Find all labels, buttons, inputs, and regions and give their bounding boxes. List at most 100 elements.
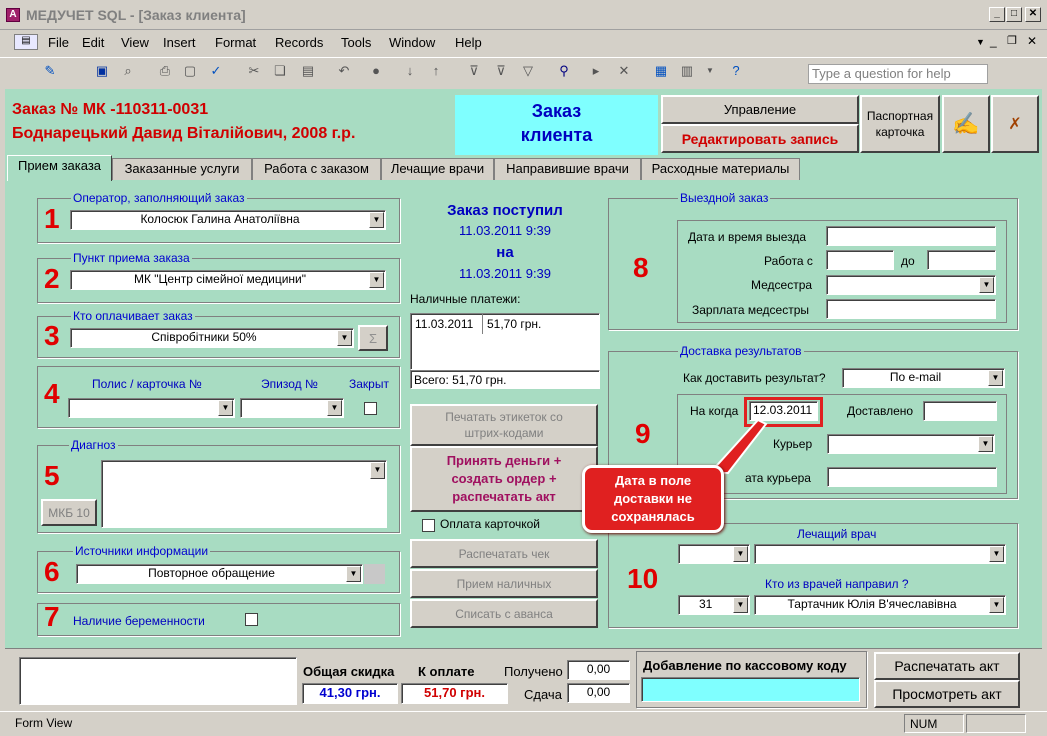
change-input[interactable]: 0,00 [567,683,630,703]
exit-icon[interactable]: ✗ [991,95,1039,153]
diagnosis-textarea[interactable]: ▼ [101,460,387,528]
help-icon[interactable]: ? [726,61,746,81]
chevron-down-icon[interactable]: ▼ [369,212,384,228]
sort-ascending-icon[interactable]: ↓ [400,61,420,81]
sigma-button[interactable]: Σ [358,325,388,351]
work-to-input[interactable] [927,250,996,270]
referring-doctor-select[interactable]: Тартачник Юлія В'ячеславівна ▼ [754,595,1006,615]
save-icon[interactable]: ▣ [92,61,112,81]
nurse-salary-input[interactable] [826,299,996,319]
new-record-icon[interactable]: ▸ [586,61,606,81]
menu-tools[interactable]: Tools [341,35,371,50]
operator-select[interactable]: Колосюк Галина Анатоліївна ▼ [70,210,386,230]
tab-referring-doctors[interactable]: Направившие врачи [494,158,641,180]
menu-records[interactable]: Records [275,35,323,50]
tab-order-intake[interactable]: Прием заказа [7,155,112,181]
sort-descending-icon[interactable]: ↑ [426,61,446,81]
write-off-advance-button[interactable]: Списать с аванса [410,599,598,628]
chevron-down-icon[interactable]: ▼ [346,566,361,582]
chevron-down-icon[interactable]: ▼ [979,277,994,293]
chevron-down-icon[interactable]: ▼ [733,546,748,562]
how-deliver-select[interactable]: По e-mail ▼ [842,368,1005,388]
chevron-down-icon[interactable]: ▼ [989,546,1004,562]
received-input[interactable]: 0,00 [567,660,630,680]
cash-accept-button[interactable]: Прием наличных [410,569,598,598]
cut-icon[interactable]: ✂ [244,61,264,81]
passport-card-button[interactable]: Паспортная карточка [860,95,940,153]
menu-edit[interactable]: Edit [82,35,104,50]
tab-attending-doctors[interactable]: Лечащие врачи [381,158,494,180]
menu-view[interactable]: View [121,35,149,50]
print-barcode-labels-button[interactable]: Печатать этикеток со штрих-кодами [410,404,598,446]
menu-window[interactable]: Window [389,35,435,50]
print-icon[interactable]: ⎙ [155,61,175,81]
menu-insert[interactable]: Insert [163,35,196,50]
visit-datetime-input[interactable] [826,226,996,246]
sources-select[interactable]: Повторное обращение ▼ [76,564,363,584]
manage-button[interactable]: Управление [661,95,859,124]
delivered-input[interactable] [923,401,997,421]
chevron-down-icon[interactable]: ▼ [978,436,993,452]
new-object-icon[interactable]: ▥ [677,61,697,81]
delete-record-icon[interactable]: ✕ [614,61,634,81]
chevron-down-icon[interactable]: ▼ [337,330,352,346]
print-check-button[interactable]: Распечатать чек [410,539,598,568]
chevron-down-icon[interactable]: ▼ [989,597,1004,613]
minimize-icon[interactable]: _ [989,7,1005,22]
closed-checkbox[interactable] [364,402,377,415]
filter-by-selection-icon[interactable]: ⊽ [464,61,484,81]
pregnancy-checkbox[interactable] [245,613,258,626]
notes-field[interactable] [19,657,297,705]
apply-filter-icon[interactable]: ▽ [518,61,538,81]
attending-doctor-code-select[interactable]: ▼ [678,544,750,564]
print-act-button[interactable]: Распечатать акт [874,652,1020,680]
menu-file[interactable]: File [48,35,69,50]
chevron-down-icon[interactable]: ▼ [327,400,342,416]
new-object-dropdown-icon[interactable]: ▼ [700,61,720,81]
chevron-down-icon[interactable]: ▼ [369,272,384,288]
doc-minimize-icon[interactable]: _ [990,34,997,48]
doc-close-icon[interactable]: ✕ [1027,34,1037,48]
tab-ordered-services[interactable]: Заказанные услуги [112,158,252,180]
edit-record-button[interactable]: Редактировать запись [661,124,859,153]
copy-icon[interactable]: ❏ [270,61,290,81]
chevron-down-icon[interactable]: ▼ [370,462,385,479]
referring-doctor-code-select[interactable]: 31 ▼ [678,595,750,615]
maximize-icon[interactable]: □ [1006,7,1022,22]
chevron-down-icon[interactable]: ▼ [218,400,233,416]
report-edit-icon[interactable]: ✍ [942,95,990,153]
payer-select[interactable]: Співробітники 50% ▼ [70,328,354,348]
attending-doctor-select[interactable]: ▼ [754,544,1006,564]
close-icon[interactable]: ✕ [1025,7,1041,22]
policy-select[interactable]: ▼ [68,398,235,418]
filter-by-form-icon[interactable]: ⊽ [491,61,511,81]
spelling-icon[interactable]: ✓ [206,61,226,81]
intake-point-select[interactable]: МК "Центр сімейної медицини" ▼ [70,270,386,290]
tab-consumables[interactable]: Расходные материалы [641,158,800,180]
undo-icon[interactable]: ↶ [334,61,354,81]
office-links-icon[interactable]: ● [366,61,386,81]
file-search-icon[interactable]: ⌕ [118,61,138,81]
doc-restore-icon[interactable]: ❐ [1007,34,1017,47]
find-icon[interactable]: ⚲ [554,61,574,81]
view-act-button[interactable]: Просмотреть акт [874,680,1020,708]
design-view-icon[interactable]: ✎ [40,61,60,81]
nurse-select[interactable]: ▼ [826,275,996,295]
courier-salary-input[interactable] [827,467,997,487]
cash-payments-list[interactable]: 11.03.2011 51,70 грн. [410,313,600,370]
courier-select[interactable]: ▼ [827,434,995,454]
cash-code-input[interactable] [641,677,860,702]
chevron-down-icon[interactable]: ▼ [988,370,1003,386]
episode-select[interactable]: ▼ [240,398,344,418]
paste-icon[interactable]: ▤ [298,61,318,81]
database-window-icon[interactable]: ▦ [651,61,671,81]
print-preview-icon[interactable]: ▢ [180,61,200,81]
tab-order-work[interactable]: Работа с заказом [252,158,381,180]
form-menu-icon[interactable]: ▤ [14,34,38,50]
card-payment-checkbox[interactable] [422,519,435,532]
accept-money-button[interactable]: Принять деньги + создать ордер + распеча… [410,446,598,512]
menu-format[interactable]: Format [215,35,256,50]
help-dropdown-icon[interactable]: ▼ [976,37,985,47]
work-from-input[interactable] [826,250,894,270]
menu-help[interactable]: Help [455,35,482,50]
